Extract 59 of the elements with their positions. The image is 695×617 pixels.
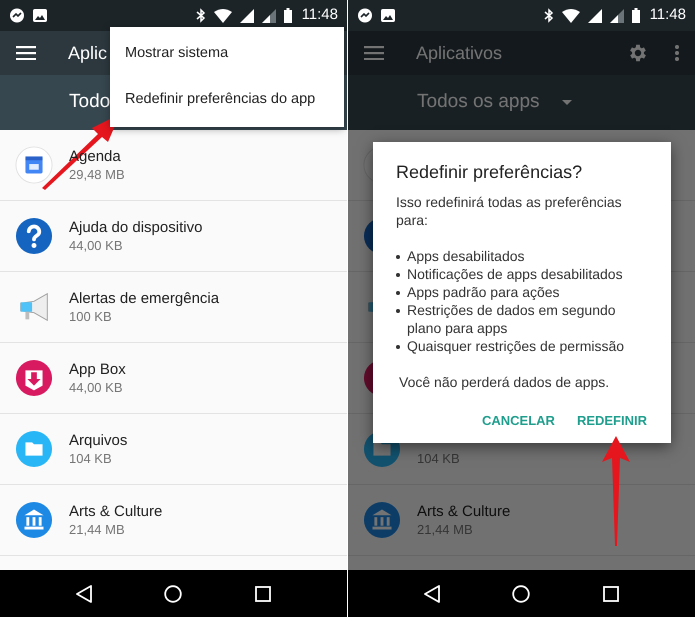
bluetooth-icon	[196, 8, 206, 23]
recents-icon[interactable]	[602, 586, 619, 602]
menu-item[interactable]: Redefinir preferências do app	[110, 77, 344, 123]
image-icon	[381, 9, 395, 22]
signal-icon	[262, 8, 276, 22]
dialog-list-item: Quaisquer restrições de permissão	[407, 337, 624, 355]
app-size: 21,44 MB	[69, 520, 126, 538]
menu-icon[interactable]	[16, 46, 36, 60]
battery-icon	[632, 8, 640, 23]
dialog-title: Redefinir preferências?	[396, 161, 584, 184]
dialog-list-item: Apps padrão para ações	[407, 283, 560, 301]
bullet-mark	[396, 291, 400, 295]
app-size: 100 KB	[69, 308, 113, 326]
dropdown-caret-icon[interactable]	[562, 100, 572, 105]
bullet-mark	[396, 273, 400, 277]
more-options-icon[interactable]	[675, 45, 679, 61]
signal-icon	[240, 8, 254, 22]
app-name: Alertas de emergência	[69, 288, 220, 308]
app-bar-title: Aplicativos	[416, 42, 502, 65]
app-name: Arquivos	[69, 430, 128, 450]
bluetooth-icon	[544, 8, 554, 23]
museum-icon	[14, 501, 52, 539]
dialog-message: Isso redefinirá todas as preferências para:	[396, 193, 623, 229]
signal-icon	[610, 8, 624, 22]
app-name: Ajuda do dispositivo	[69, 218, 202, 236]
chat-bubble-icon	[9, 8, 25, 24]
battery-icon	[284, 8, 292, 23]
back-icon[interactable]	[424, 584, 440, 602]
app-size: 104 KB	[69, 450, 113, 468]
app-size: 29,48 MB	[69, 166, 125, 184]
bullet-mark	[396, 309, 400, 313]
app-bar-title: Aplic	[68, 42, 108, 65]
home-icon[interactable]	[512, 584, 530, 602]
dialog-note: Você não perderá dados de apps.	[399, 373, 610, 391]
recents-icon[interactable]	[254, 586, 271, 602]
dialog-list-item: Restrições de dados em segundo plano para apps	[407, 301, 617, 337]
wifi-icon	[214, 8, 232, 22]
chat-bubble-icon	[357, 8, 373, 24]
folder-icon	[14, 430, 52, 468]
app-size: 44,00 KB	[69, 378, 124, 396]
app-size: 21,44 MB	[417, 520, 474, 538]
back-icon[interactable]	[76, 584, 92, 602]
museum-icon	[362, 501, 400, 539]
wifi-icon	[562, 8, 580, 22]
dialog-list-item: Apps desabilitados	[407, 247, 525, 265]
image-icon	[33, 9, 47, 22]
clock-time: 11:48	[302, 5, 338, 26]
menu-item[interactable]: Mostrar sistema	[110, 31, 344, 77]
bullet-mark	[396, 255, 400, 259]
dialog-list-item: Notificações de apps desabilitados	[407, 265, 623, 283]
app-name: Arts & Culture	[69, 502, 162, 520]
signal-icon	[588, 8, 602, 22]
clock-time: 11:48	[650, 5, 686, 26]
app-size: 44,00 KB	[69, 236, 124, 254]
app-name: Arts & Culture	[417, 502, 510, 520]
bullet-mark	[396, 345, 400, 349]
home-icon[interactable]	[164, 584, 182, 602]
app-size: 104 KB	[417, 450, 460, 468]
app-name: App Box	[69, 360, 126, 378]
